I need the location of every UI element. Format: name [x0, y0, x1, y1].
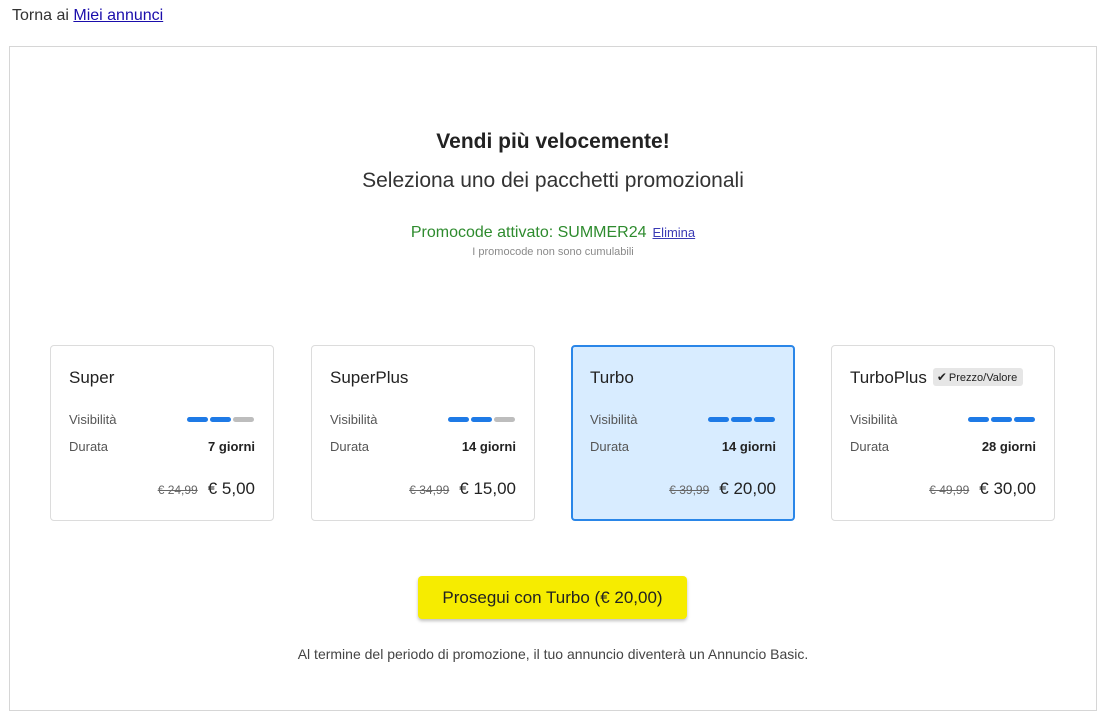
duration-value: 14 giorni — [461, 439, 516, 454]
back-navigation: Torna ai Miei annunci — [12, 7, 163, 25]
package-card-turbo[interactable]: Turbo Visibilità Durata 14 giorni € 39,9… — [571, 345, 795, 521]
visibility-label: Visibilità — [850, 412, 898, 427]
visibility-label: Visibilità — [69, 412, 117, 427]
visibility-meter — [708, 417, 776, 422]
package-card-turboplus[interactable]: TurboPlus ✔ Prezzo/Valore Visibilità Durat… — [831, 345, 1055, 521]
back-prefix: Torna ai — [12, 7, 69, 24]
package-card-superplus[interactable]: SuperPlus Visibilità Durata 14 giorni € … — [311, 345, 535, 521]
duration-label: Durata — [69, 439, 109, 454]
visibility-segment — [968, 417, 989, 422]
old-price: € 49,99 — [929, 483, 970, 497]
duration-value: 28 giorni — [981, 439, 1036, 454]
package-name: SuperPlus — [330, 368, 409, 387]
value-badge: ✔ Prezzo/Valore — [932, 368, 1024, 386]
current-price: € 5,00 — [207, 479, 255, 498]
page-title: Vendi più velocemente! — [436, 130, 670, 153]
price-row: € 24,99 € 5,00 — [158, 479, 255, 499]
price-row: € 39,99 € 20,00 — [669, 479, 776, 499]
package-card-super[interactable]: Super Visibilità Durata 7 giorni € 24,99… — [50, 345, 274, 521]
visibility-segment — [448, 417, 469, 422]
visibility-meter — [968, 417, 1036, 422]
visibility-segment — [471, 417, 492, 422]
duration-value: 7 giorni — [208, 439, 255, 454]
visibility-segment — [494, 417, 515, 422]
package-name: Super — [69, 368, 115, 387]
current-price: € 15,00 — [459, 479, 516, 498]
continue-button[interactable]: Prosegui con Turbo (€ 20,00) — [418, 576, 687, 619]
remove-promocode-link[interactable]: Elimina — [653, 225, 696, 240]
old-price: € 34,99 — [409, 483, 450, 497]
duration-label: Durata — [330, 439, 370, 454]
promocode-status: Promocode attivato: SUMMER24 Elimina — [10, 224, 1096, 242]
old-price: € 39,99 — [669, 483, 710, 497]
visibility-segment — [708, 417, 729, 422]
package-list: Super Visibilità Durata 7 giorni € 24,99… — [50, 345, 1055, 521]
visibility-segment — [991, 417, 1012, 422]
visibility-segment — [731, 417, 752, 422]
current-price: € 30,00 — [979, 479, 1036, 498]
promotion-end-note: Al termine del periodo di promozione, il… — [297, 646, 809, 662]
duration-label: Durata — [590, 439, 630, 454]
visibility-meter — [448, 417, 516, 422]
price-row: € 49,99 € 30,00 — [929, 479, 1036, 499]
value-badge-label: Prezzo/Valore — [948, 372, 1018, 384]
my-ads-link[interactable]: Miei annunci — [73, 7, 163, 24]
check-icon: ✔ — [936, 370, 947, 384]
visibility-segment — [233, 417, 254, 422]
old-price: € 24,99 — [157, 483, 198, 497]
promotion-panel: Vendi più velocemente! Seleziona uno dei… — [9, 46, 1097, 711]
promocode-status-text: Promocode attivato: SUMMER24 — [410, 224, 647, 241]
duration-value: 14 giorni — [721, 439, 776, 454]
visibility-label: Visibilità — [590, 412, 638, 427]
visibility-segment — [210, 417, 231, 422]
current-price: € 20,00 — [719, 479, 776, 498]
visibility-meter — [187, 417, 255, 422]
visibility-segment — [1014, 417, 1035, 422]
visibility-segment — [754, 417, 775, 422]
duration-label: Durata — [850, 439, 890, 454]
visibility-label: Visibilità — [330, 412, 378, 427]
visibility-segment — [187, 417, 208, 422]
package-name: TurboPlus — [850, 368, 927, 387]
page-subtitle: Seleziona uno dei pacchetti promozionali — [362, 169, 744, 192]
price-row: € 34,99 € 15,00 — [409, 479, 516, 499]
package-name: Turbo — [590, 368, 634, 387]
promocode-note: I promocode non sono cumulabili — [472, 246, 634, 258]
